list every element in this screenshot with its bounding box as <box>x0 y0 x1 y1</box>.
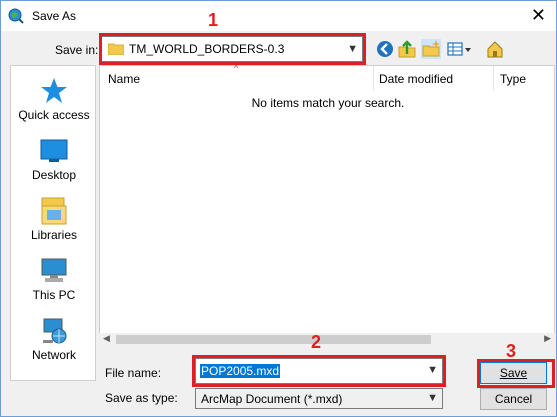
place-label: Network <box>31 348 76 362</box>
places-bar: Quick access Desktop Libraries This PC N… <box>10 65 96 381</box>
app-globe-icon <box>8 8 24 24</box>
close-icon[interactable]: ✕ <box>531 5 546 26</box>
horizontal-scrollbar[interactable]: ◀ ▶ <box>99 333 555 346</box>
window-title: Save As <box>32 9 77 23</box>
annotation-box-2 <box>192 355 446 387</box>
place-desktop[interactable]: Desktop <box>11 136 97 182</box>
save-as-dialog: Save As ✕ Save in: TM_WORLD_BORDERS-0.3 … <box>0 0 557 417</box>
empty-message: No items match your search. <box>251 96 405 110</box>
column-header-name[interactable]: Name <box>108 72 140 86</box>
scrollbar-thumb[interactable] <box>116 335 431 344</box>
save-in-label: Save in: <box>55 43 99 57</box>
computer-icon <box>41 258 67 282</box>
column-divider[interactable] <box>373 66 374 91</box>
scroll-left-icon[interactable]: ◀ <box>103 333 110 344</box>
place-libraries[interactable]: Libraries <box>11 196 97 242</box>
place-label: Quick access <box>18 108 90 122</box>
network-icon <box>43 318 67 344</box>
save-as-type-label: Save as type: <box>105 391 178 405</box>
annotation-box-1 <box>99 33 366 65</box>
up-folder-icon[interactable] <box>397 39 417 59</box>
place-network[interactable]: Network <box>11 316 97 362</box>
annotation-number-3: 3 <box>506 341 517 361</box>
annotation-box-3 <box>477 359 555 388</box>
desktop-icon <box>40 139 68 162</box>
column-divider[interactable] <box>493 66 494 91</box>
star-icon <box>41 78 67 103</box>
save-as-type-dropdown[interactable]: ArcMap Document (*.mxd) ▼ <box>195 388 443 409</box>
scroll-right-icon[interactable]: ▶ <box>544 333 551 344</box>
place-label: This PC <box>32 288 76 302</box>
new-folder-icon[interactable] <box>421 39 441 59</box>
column-header-date-modified[interactable]: Date modified <box>379 72 453 86</box>
place-this-pc[interactable]: This PC <box>11 256 97 302</box>
file-name-label: File name: <box>105 366 162 380</box>
save-as-type-value: ArcMap Document (*.mxd) <box>201 392 343 406</box>
place-quick-access[interactable]: Quick access <box>11 76 97 122</box>
annotation-number-2: 2 <box>311 332 322 352</box>
cancel-button[interactable]: Cancel <box>480 388 547 410</box>
place-label: Desktop <box>31 168 77 182</box>
cancel-button-label: Cancel <box>494 392 533 406</box>
home-icon[interactable] <box>485 39 505 59</box>
annotation-number-1: 1 <box>208 10 219 30</box>
back-icon[interactable] <box>375 39 395 59</box>
file-list[interactable]: ^ Name Date modified Type No items match… <box>99 63 555 345</box>
column-header-type[interactable]: Type <box>500 72 526 86</box>
view-menu-icon[interactable] <box>446 39 474 59</box>
libraries-icon <box>41 197 67 225</box>
chevron-down-icon: ▼ <box>427 392 438 404</box>
title-bar: Save As ✕ <box>1 1 556 31</box>
place-label: Libraries <box>30 228 78 242</box>
